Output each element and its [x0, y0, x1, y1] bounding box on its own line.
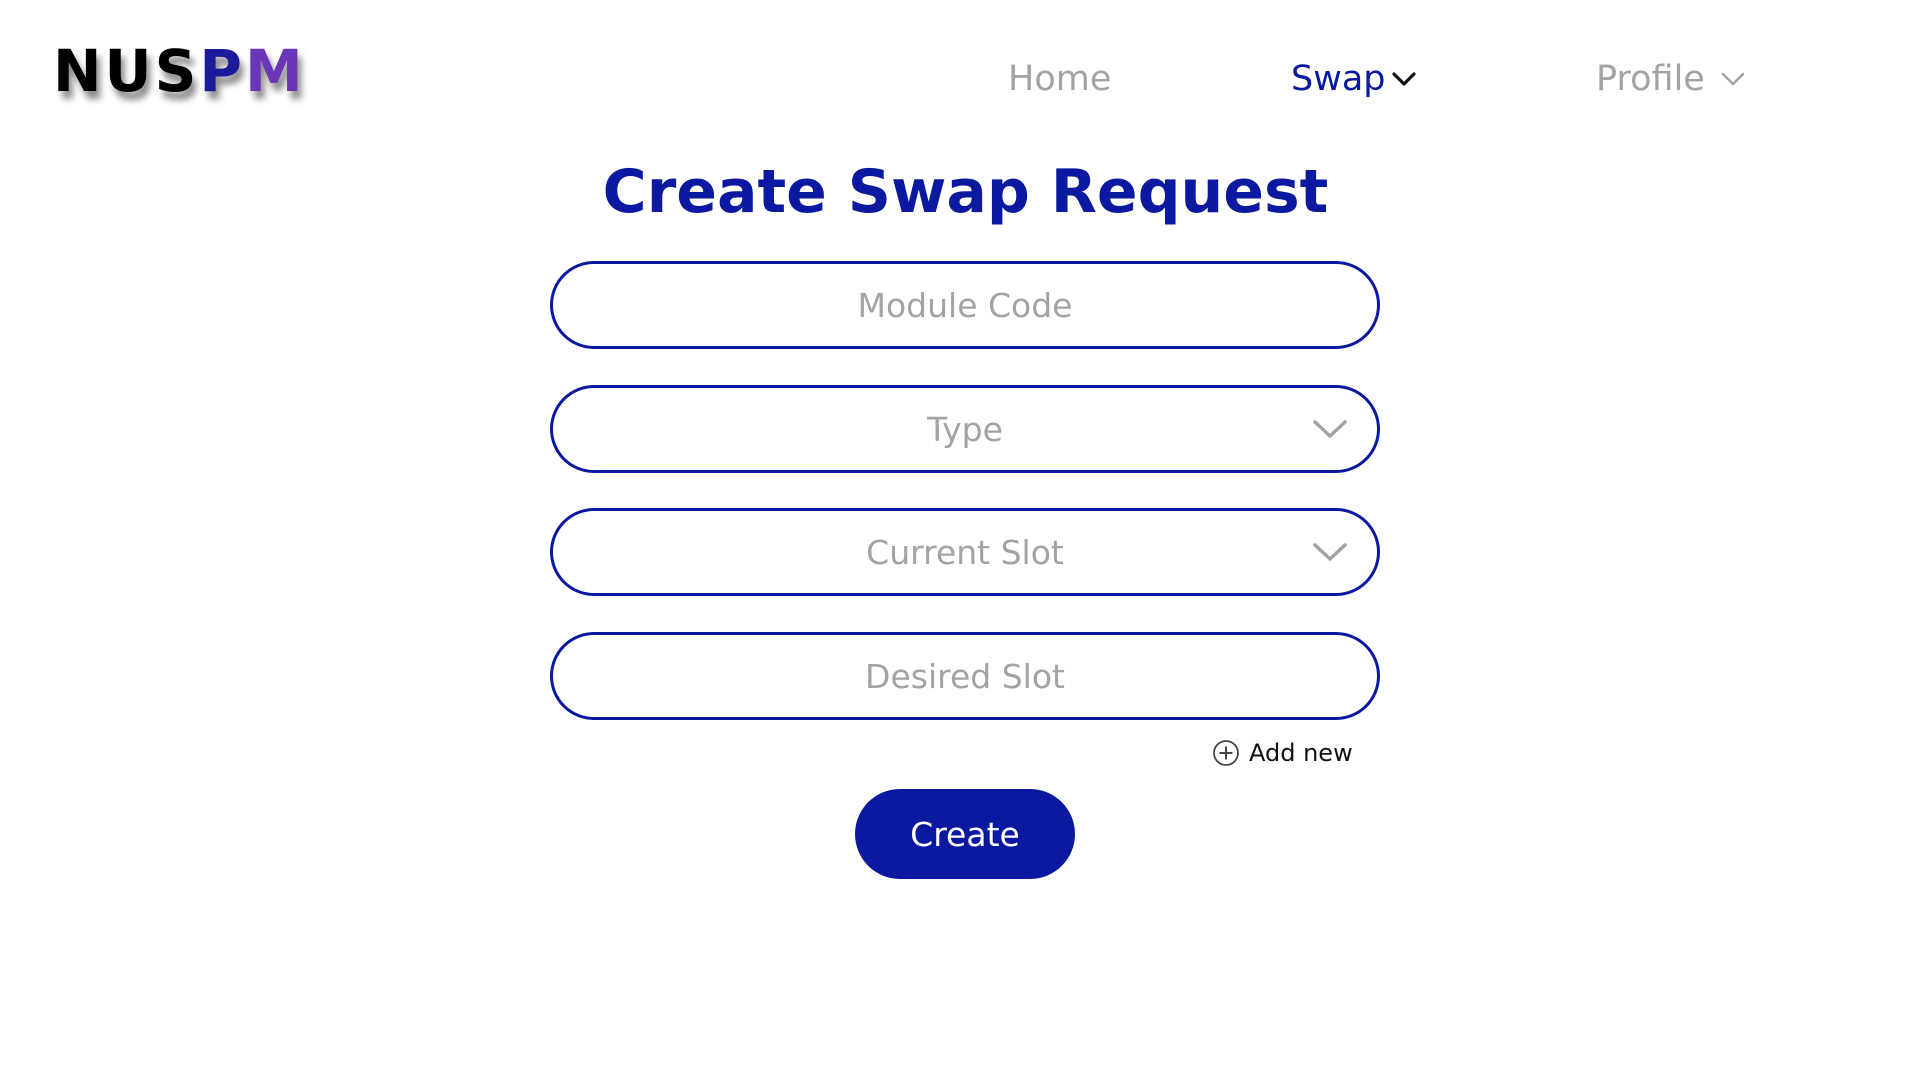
type-select-label: Type — [927, 409, 1003, 449]
add-new-button[interactable]: Add new — [1212, 738, 1353, 768]
chevron-down-icon — [1311, 540, 1349, 564]
nav-home-label: Home — [1008, 59, 1112, 99]
chevron-down-icon — [1311, 417, 1349, 441]
logo-text-p: P — [199, 37, 245, 105]
create-button[interactable]: Create — [855, 789, 1075, 879]
nav-swap[interactable]: Swap — [1291, 56, 1416, 102]
nav-swap-label: Swap — [1291, 59, 1386, 99]
module-code-input[interactable] — [553, 264, 1377, 346]
current-slot-select-label: Current Slot — [866, 532, 1064, 572]
module-code-field — [550, 261, 1380, 349]
current-slot-select[interactable]: Current Slot — [550, 508, 1380, 596]
chevron-down-icon — [1391, 71, 1416, 87]
plus-circle-icon — [1212, 739, 1240, 767]
logo-text-nus: NUS — [53, 37, 200, 105]
type-select[interactable]: Type — [550, 385, 1380, 473]
nav-home[interactable]: Home — [1008, 56, 1111, 102]
app-logo[interactable]: NUSPM — [53, 38, 306, 104]
logo-text-m: M — [244, 37, 306, 105]
nav-profile-label: Profile — [1596, 59, 1705, 99]
desired-slot-input[interactable] — [553, 635, 1377, 717]
page-title: Create Swap Request — [602, 157, 1329, 227]
chevron-down-icon — [1711, 71, 1745, 87]
desired-slot-field — [550, 632, 1380, 720]
nav-profile[interactable]: Profile — [1596, 56, 1745, 102]
add-new-label: Add new — [1249, 739, 1353, 767]
